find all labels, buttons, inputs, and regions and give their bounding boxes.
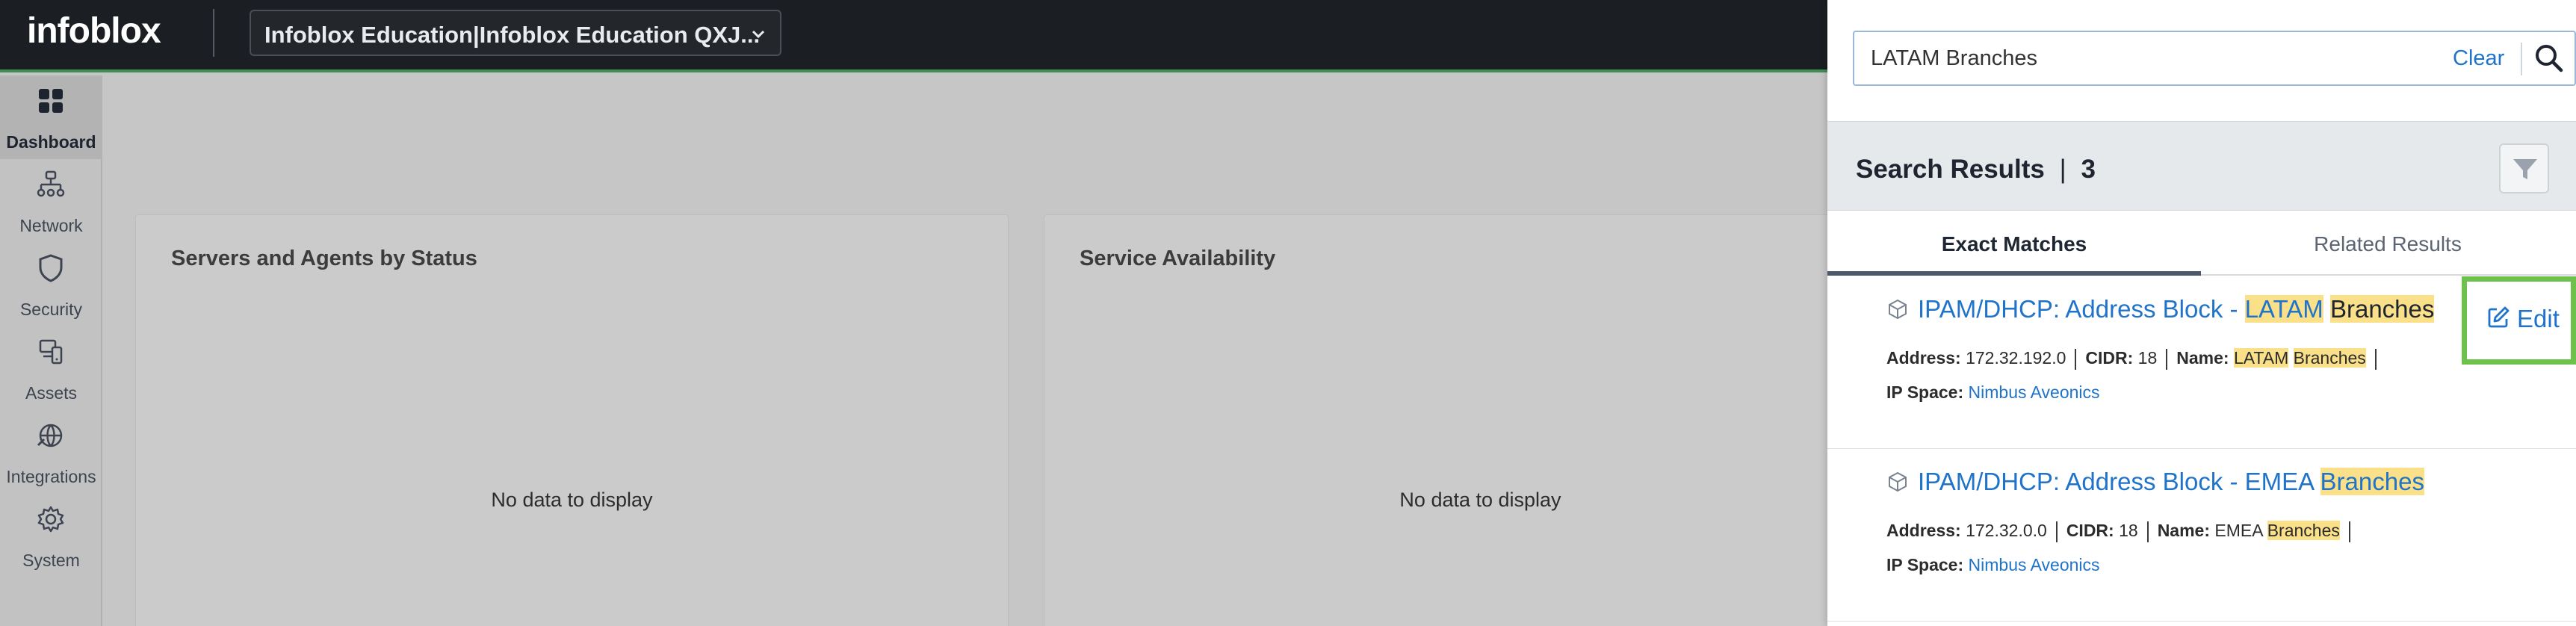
address-value: 172.32.0.0: [1966, 521, 2047, 540]
sidebar-item-label: Dashboard: [6, 132, 96, 152]
result-title-highlight: LATAM: [2244, 295, 2323, 323]
ip-space-link[interactable]: Nimbus Aveonics: [1969, 382, 2100, 402]
edit-button[interactable]: Edit: [2517, 305, 2560, 333]
clear-button[interactable]: Clear: [2453, 46, 2504, 71]
search-divider: [2521, 43, 2522, 75]
cidr-value: 18: [2137, 348, 2158, 368]
tab-exact-matches[interactable]: Exact Matches: [1827, 211, 2201, 276]
filter-button[interactable]: [2499, 143, 2549, 193]
search-result-item: IPAM/DHCP: Address Block - EMEA Branches…: [1827, 450, 2576, 622]
network-icon: [37, 170, 65, 197]
results-header: Search Results | 3: [1827, 121, 2576, 211]
result-ip-space: IP Space: Nimbus Aveonics: [1886, 382, 2100, 403]
detail-separator: [2348, 521, 2350, 542]
gear-icon: [37, 506, 64, 533]
sidebar-item-label: Integrations: [6, 467, 96, 486]
name-highlight: LATAM: [2233, 348, 2289, 368]
detail-separator: [2146, 521, 2149, 542]
sidebar-item-label: Assets: [25, 383, 78, 403]
address-label: Address:: [1886, 348, 1961, 368]
cidr-label: CIDR:: [2066, 521, 2114, 540]
widget-title: Servers and Agents by Status: [171, 247, 477, 270]
widget-servers-agents-status: Servers and Agents by Status No data to …: [135, 214, 1009, 626]
result-title-link[interactable]: IPAM/DHCP: Address Block - LATAM Branche…: [1886, 295, 2435, 323]
name-label: Name:: [2176, 348, 2229, 368]
detail-separator: [2075, 348, 2077, 370]
result-details: Address: 172.32.0.0 CIDR: 18 Name: EMEA Br…: [1886, 521, 2359, 542]
results-tabs: Exact Matches Related Results: [1827, 211, 2576, 276]
name-highlight: Branches: [2293, 348, 2366, 368]
result-title-text: IPAM/DHCP: Address Block -: [1918, 295, 2245, 323]
filter-icon: [2513, 159, 2537, 179]
cube-icon: [1889, 299, 1907, 320]
tenant-label: Infoblox Education|Infoblox Education QX…: [264, 22, 761, 48]
empty-state-text: No data to display: [491, 489, 653, 511]
results-count-separator: |: [2059, 155, 2066, 184]
shield-icon: [39, 254, 63, 282]
result-details: Address: 172.32.192.0 CIDR: 18 Name: LATAM…: [1886, 348, 2385, 370]
dashboard-icon: [39, 89, 63, 113]
tab-related-results[interactable]: Related Results: [2201, 211, 2575, 276]
sidebar-item-label: Network: [19, 216, 83, 235]
edit-icon[interactable]: [2486, 306, 2510, 329]
assets-icon: [39, 339, 63, 365]
empty-state-text: No data to display: [1399, 489, 1561, 511]
name-highlight: Branches: [2267, 521, 2340, 540]
sidebar-nav: Dashboard Network Security Assets Integr…: [0, 75, 102, 626]
sidebar-item-label: Security: [19, 300, 83, 319]
sidebar-item-network[interactable]: Network: [0, 159, 102, 243]
search-query-text[interactable]: LATAM Branches: [1871, 46, 2037, 71]
ip-space-link[interactable]: Nimbus Aveonics: [1969, 555, 2100, 574]
detail-separator: [2166, 348, 2168, 370]
sidebar-item-integrations[interactable]: Integrations: [0, 410, 102, 494]
infoblox-logo[interactable]: infoblox: [27, 10, 161, 52]
logo-divider: [213, 9, 214, 57]
search-input[interactable]: LATAM Branches Clear: [1853, 31, 2576, 86]
result-title-highlight: Branches: [2320, 468, 2424, 495]
results-title-text: Search Results: [1856, 155, 2045, 184]
widget-service-availability: Service Availability No data to display: [1044, 214, 1917, 626]
ip-space-label: IP Space:: [1886, 555, 1964, 574]
integrations-icon: [37, 424, 63, 447]
result-title-link[interactable]: IPAM/DHCP: Address Block - EMEA Branches: [1886, 468, 2424, 496]
detail-separator: [2055, 521, 2058, 542]
ip-space-label: IP Space:: [1886, 382, 1964, 402]
result-title-highlight: Branches: [2329, 295, 2435, 323]
sidebar-item-dashboard[interactable]: Dashboard: [0, 75, 102, 159]
name-value: EMEA: [2214, 521, 2263, 540]
sidebar-item-label: System: [22, 551, 80, 570]
search-icon[interactable]: [2533, 42, 2566, 75]
sidebar-item-system[interactable]: System: [0, 494, 102, 577]
sidebar-item-assets[interactable]: Assets: [0, 326, 102, 410]
cidr-label: CIDR:: [2085, 348, 2134, 368]
address-value: 172.32.192.0: [1966, 348, 2066, 368]
address-label: Address:: [1886, 521, 1961, 540]
name-label: Name:: [2157, 521, 2210, 540]
sidebar-item-security[interactable]: Security: [0, 243, 102, 326]
result-title-text: IPAM/DHCP: Address Block - EMEA: [1918, 468, 2320, 495]
chevron-down-icon: [752, 30, 765, 39]
cube-icon: [1889, 471, 1907, 492]
widget-title: Service Availability: [1080, 247, 1276, 270]
results-title: Search Results | 3: [1856, 155, 2096, 185]
detail-separator: [2374, 348, 2377, 370]
cidr-value: 18: [2119, 521, 2138, 540]
results-count: 3: [2081, 155, 2096, 184]
result-ip-space: IP Space: Nimbus Aveonics: [1886, 555, 2100, 575]
tenant-selector[interactable]: Infoblox Education|Infoblox Education QX…: [250, 10, 781, 56]
